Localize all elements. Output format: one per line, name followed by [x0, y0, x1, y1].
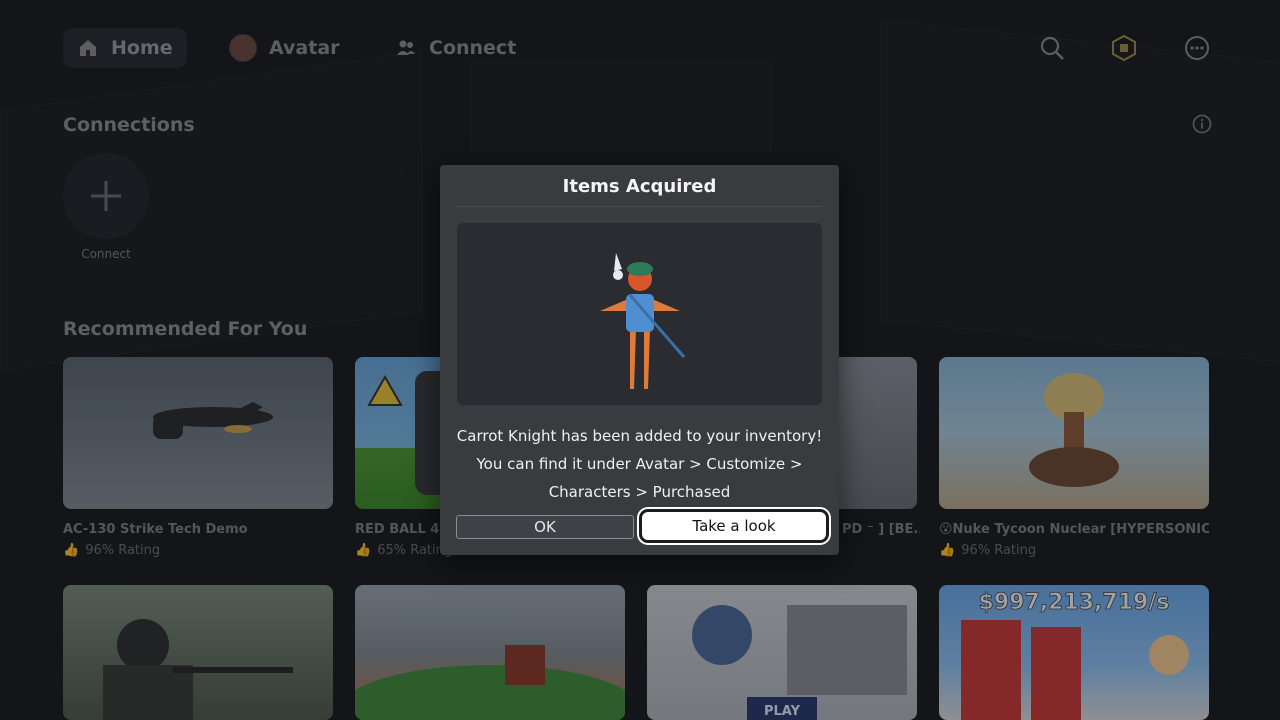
ok-button[interactable]: OK: [456, 515, 634, 539]
dialog-divider: [457, 206, 822, 207]
dialog-title: Items Acquired: [562, 176, 717, 197]
take-a-look-button[interactable]: Take a look: [642, 512, 826, 540]
dialog-message: Carrot Knight has been added to your inv…: [456, 427, 823, 501]
item-preview: [457, 223, 822, 405]
carrot-knight-image: [599, 253, 685, 389]
items-acquired-dialog: Items Acquired Carrot Knight has been ad…: [440, 165, 839, 555]
